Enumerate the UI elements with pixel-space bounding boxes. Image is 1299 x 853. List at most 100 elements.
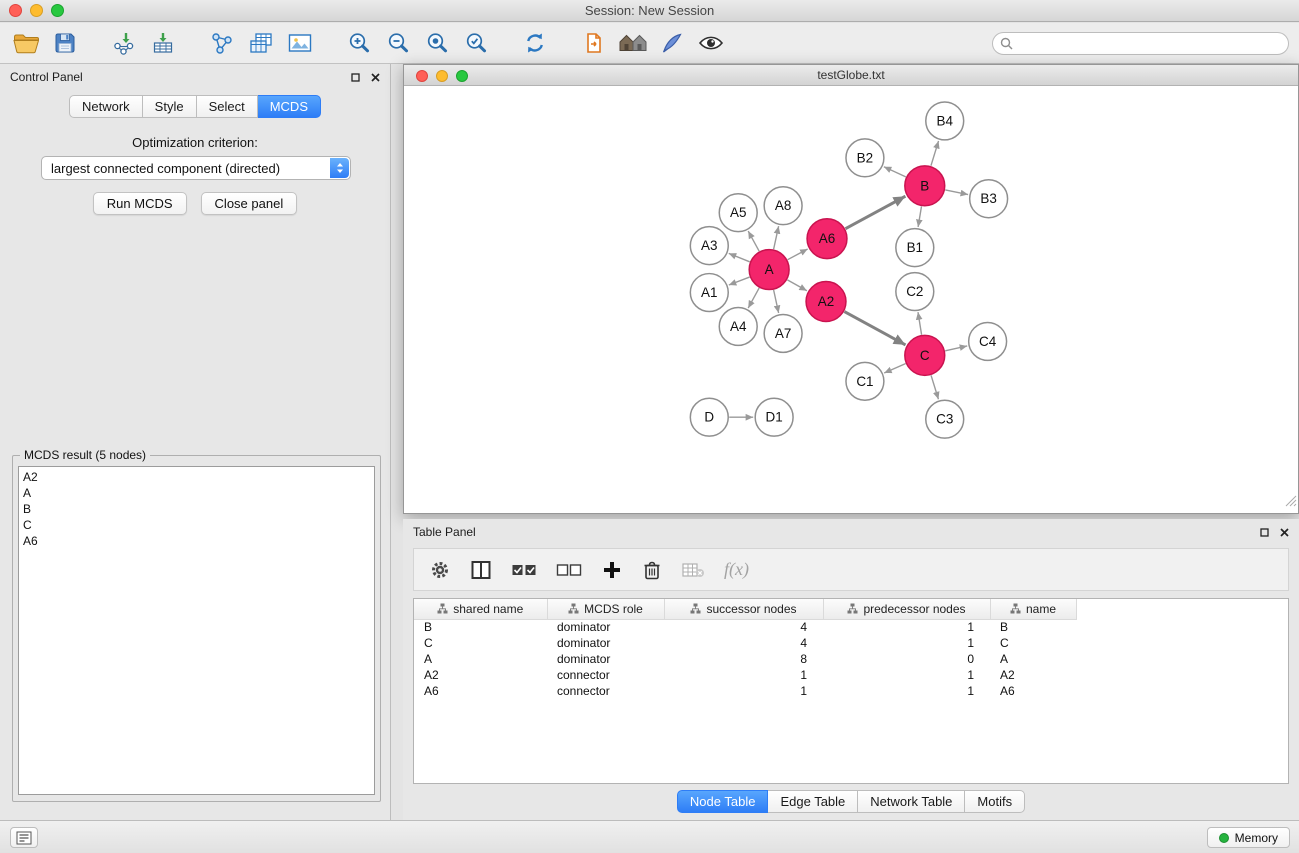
close-panel-icon[interactable] (1280, 528, 1289, 537)
float-panel-icon[interactable] (351, 73, 360, 82)
window-resize-grip[interactable] (1285, 494, 1297, 512)
network-node-B4[interactable]: B4 (926, 102, 964, 140)
mcds-result-item[interactable]: A2 (23, 469, 370, 485)
network-node-B[interactable]: B (905, 166, 945, 206)
network-edge-A-A2[interactable] (787, 280, 806, 291)
tab-select[interactable]: Select (197, 95, 258, 118)
network-edge-A2-C[interactable] (844, 312, 905, 345)
network-window-close-button[interactable] (416, 70, 428, 82)
deselect-all-columns-button[interactable] (556, 560, 582, 580)
delete-column-button[interactable] (642, 559, 662, 581)
refresh-view-button[interactable] (519, 27, 551, 59)
network-node-C3[interactable]: C3 (926, 400, 964, 438)
table-row[interactable]: Bdominator41B (414, 619, 1076, 635)
network-node-C[interactable]: C (905, 335, 945, 375)
mcds-result-list[interactable]: A2ABCA6 (18, 466, 375, 795)
zoom-selected-button[interactable] (460, 27, 492, 59)
search-input[interactable] (992, 32, 1289, 55)
tab-network[interactable]: Network (69, 95, 143, 118)
optimization-criterion-select[interactable]: largest connected component (directed) (41, 156, 351, 180)
mcds-result-item[interactable]: C (23, 517, 370, 533)
close-panel-icon[interactable] (371, 73, 380, 82)
network-edge-A-A5[interactable] (748, 231, 759, 251)
tab-edge-table[interactable]: Edge Table (768, 790, 858, 813)
network-edge-A-A8[interactable] (774, 226, 779, 249)
close-panel-button[interactable]: Close panel (201, 192, 298, 215)
float-panel-icon[interactable] (1260, 528, 1269, 537)
column-header-successor-nodes[interactable]: successor nodes (664, 599, 823, 619)
tab-style[interactable]: Style (143, 95, 197, 118)
fullscreen-window-button[interactable] (51, 4, 64, 17)
table-row[interactable]: A6connector11A6 (414, 683, 1076, 699)
home-button[interactable] (617, 27, 649, 59)
network-edge-B-B1[interactable] (918, 206, 921, 227)
network-node-C4[interactable]: C4 (969, 322, 1007, 360)
tab-network-table[interactable]: Network Table (858, 790, 965, 813)
network-edge-A-A7[interactable] (774, 290, 779, 313)
open-document-button[interactable] (578, 27, 610, 59)
network-node-B1[interactable]: B1 (896, 229, 934, 267)
network-edge-B-B3[interactable] (945, 190, 968, 195)
network-edge-A-A6[interactable] (788, 249, 808, 260)
tab-motifs[interactable]: Motifs (965, 790, 1025, 813)
table-row[interactable]: Cdominator41C (414, 635, 1076, 651)
save-session-button[interactable] (49, 27, 81, 59)
network-edge-B-B2[interactable] (884, 167, 906, 177)
zoom-in-button[interactable] (343, 27, 375, 59)
zoom-fit-button[interactable] (421, 27, 453, 59)
network-node-A4[interactable]: A4 (719, 307, 757, 345)
table-settings-button[interactable] (429, 559, 451, 581)
annotate-button[interactable] (656, 27, 688, 59)
network-window-titlebar[interactable]: testGlobe.txt (404, 65, 1298, 86)
network-node-A3[interactable]: A3 (690, 227, 728, 265)
network-node-A2[interactable]: A2 (806, 282, 846, 322)
share-network-button[interactable] (206, 27, 238, 59)
column-header-predecessor-nodes[interactable]: predecessor nodes (823, 599, 990, 619)
task-history-button[interactable] (10, 827, 38, 848)
network-edge-A-A1[interactable] (729, 277, 750, 285)
network-graph[interactable]: B4B2BB3A5A8A6B1A3AC2A1A2A4A7C4CC1C3DD1 (404, 87, 1298, 513)
show-graphics-details-button[interactable] (695, 27, 727, 59)
network-canvas[interactable]: B4B2BB3A5A8A6B1A3AC2A1A2A4A7C4CC1C3DD1 (404, 87, 1298, 513)
network-node-C1[interactable]: C1 (846, 362, 884, 400)
memory-button[interactable]: Memory (1207, 827, 1290, 848)
network-edge-B-B4[interactable] (931, 141, 939, 166)
network-node-C2[interactable]: C2 (896, 273, 934, 311)
network-window-zoom-button[interactable] (456, 70, 468, 82)
network-edge-A-A3[interactable] (729, 253, 750, 261)
open-session-button[interactable] (10, 27, 42, 59)
run-mcds-button[interactable]: Run MCDS (93, 192, 187, 215)
network-node-A6[interactable]: A6 (807, 219, 847, 259)
network-edge-C-C1[interactable] (884, 364, 905, 373)
network-window-minimize-button[interactable] (436, 70, 448, 82)
mcds-result-item[interactable]: A6 (23, 533, 370, 549)
tab-node-table[interactable]: Node Table (677, 790, 769, 813)
column-header-shared-name[interactable]: shared name (414, 599, 547, 619)
minimize-window-button[interactable] (30, 4, 43, 17)
network-node-B3[interactable]: B3 (970, 180, 1008, 218)
network-node-A5[interactable]: A5 (719, 194, 757, 232)
network-node-A8[interactable]: A8 (764, 187, 802, 225)
add-column-button[interactable] (601, 559, 623, 581)
duplicate-table-button[interactable] (245, 27, 277, 59)
network-edge-C-C3[interactable] (931, 375, 938, 399)
column-header-mcds-role[interactable]: MCDS role (547, 599, 664, 619)
network-edge-A6-B[interactable] (845, 196, 905, 228)
mcds-result-item[interactable]: B (23, 501, 370, 517)
zoom-out-button[interactable] (382, 27, 414, 59)
network-node-D1[interactable]: D1 (755, 398, 793, 436)
import-network-button[interactable] (108, 27, 140, 59)
network-node-B2[interactable]: B2 (846, 139, 884, 177)
select-all-columns-button[interactable] (511, 560, 537, 580)
network-edge-A-A4[interactable] (748, 288, 759, 308)
import-table-button[interactable] (147, 27, 179, 59)
network-node-A1[interactable]: A1 (690, 274, 728, 312)
network-node-A[interactable]: A (749, 250, 789, 290)
mcds-result-item[interactable]: A (23, 485, 370, 501)
function-builder-button[interactable]: f(x) (724, 559, 749, 580)
delete-table-button[interactable] (681, 560, 705, 580)
table-row[interactable]: A2connector11A2 (414, 667, 1076, 683)
network-node-D[interactable]: D (690, 398, 728, 436)
table-row[interactable]: Adominator80A (414, 651, 1076, 667)
network-edge-C-C2[interactable] (918, 312, 922, 335)
